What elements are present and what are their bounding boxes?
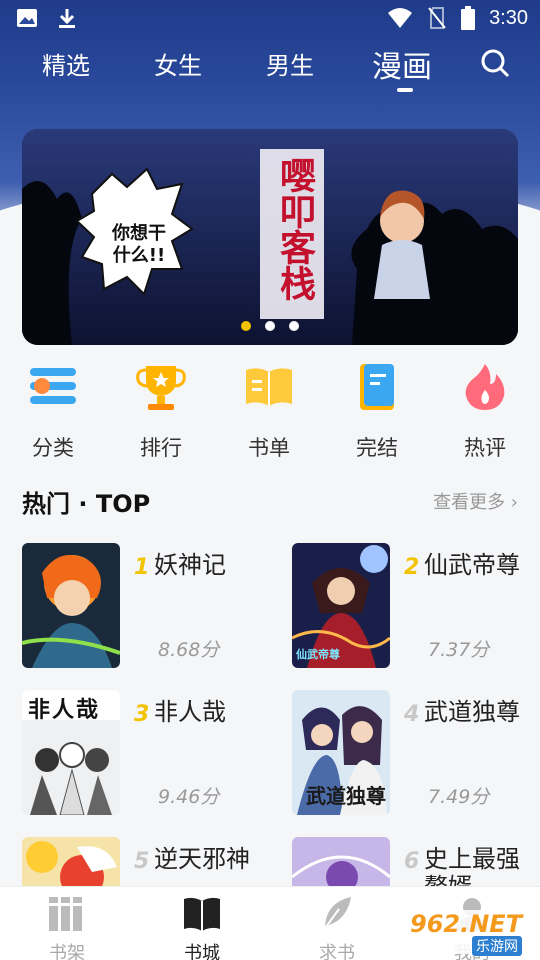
category-label: 排行 [140, 436, 182, 460]
bookshelf-icon [49, 897, 82, 931]
download-icon [59, 9, 75, 28]
tab-male[interactable]: 男生 [266, 46, 314, 81]
book-item[interactable]: 仙武帝尊 2 仙武帝尊 7.37分 [292, 543, 532, 673]
tab-female[interactable]: 女生 [154, 46, 202, 81]
book-title: 武道独尊 [424, 698, 520, 726]
category-label: 书单 [248, 436, 290, 460]
book-rank: 2 [404, 555, 420, 580]
banner-speech-text: 你想干 什么!! [112, 223, 166, 266]
nav-bookstore[interactable]: 书城 [157, 895, 247, 960]
nav-label: 书架 [49, 943, 85, 960]
book-title: 仙武帝尊 [424, 551, 520, 579]
carousel-dot[interactable] [241, 321, 251, 331]
carousel-dot[interactable] [289, 321, 299, 331]
category-label: 分类 [32, 436, 74, 460]
tab-active-indicator [397, 88, 413, 92]
status-time: 3:30 [489, 6, 528, 29]
nav-request-book[interactable]: 求书 [292, 895, 382, 960]
battery-icon [461, 6, 476, 30]
cover-title-text: 非人哉 [28, 698, 101, 723]
nav-bookshelf[interactable]: 书架 [22, 895, 112, 960]
view-more-link[interactable]: 查看更多 › [433, 488, 518, 514]
book-score: 7.49分 [428, 786, 490, 808]
category-row: 分类 排行 书单 完结 热评 [0, 360, 540, 460]
image-icon [17, 9, 37, 27]
wifi-icon [388, 8, 413, 28]
cover-title-text: 仙武帝尊 [296, 648, 340, 661]
top-tabs: 精选 女生 男生 漫画 [0, 40, 540, 96]
category-completed[interactable]: 完结 [332, 360, 422, 462]
classify-icon [30, 368, 76, 404]
watermark-logo: 962.NET 乐游网 [398, 906, 538, 958]
nav-label: 求书 [319, 943, 355, 960]
book-item[interactable]: 武道独尊 4 武道独尊 7.49分 [292, 690, 532, 820]
book-score: 7.37分 [428, 639, 490, 661]
book-rank: 6 [404, 849, 420, 874]
book-item[interactable]: 非人哉 3 非人哉 9.46分 [22, 690, 262, 820]
watermark-subtext: 乐游网 [472, 936, 522, 956]
book-cover: 仙武帝尊 [292, 543, 390, 668]
category-ranking[interactable]: 排行 [116, 360, 206, 462]
book-rank: 4 [404, 702, 420, 727]
book-cover: 非人哉 [22, 690, 120, 815]
nav-label: 书城 [184, 943, 220, 960]
book-title: 非人哉 [154, 698, 226, 726]
tab-featured[interactable]: 精选 [42, 46, 90, 81]
carousel-dots [22, 321, 518, 331]
book-title: 逆天邪神 [154, 845, 250, 873]
flame-icon [465, 364, 505, 410]
category-label: 热评 [464, 436, 506, 460]
category-hot-reviews[interactable]: 热评 [440, 360, 530, 462]
book-title: 妖神记 [154, 551, 226, 579]
book-rank: 3 [134, 702, 150, 727]
watermark-text: 962.NET [410, 910, 523, 938]
category-booklist[interactable]: 书单 [224, 360, 314, 462]
category-classify[interactable]: 分类 [8, 360, 98, 462]
open-book-icon [246, 368, 292, 406]
book-icon [360, 364, 394, 410]
book-rank: 5 [134, 849, 150, 874]
open-book-icon [184, 897, 220, 931]
section-title: 热门 · TOP [22, 490, 151, 518]
cover-title-text: 武道独尊 [306, 784, 386, 808]
tab-comics[interactable]: 漫画 [372, 42, 432, 86]
banner-carousel[interactable]: 你想干 什么!! 嘤叩客栈 [22, 129, 518, 345]
book-cover: 武道独尊 [292, 690, 390, 815]
category-label: 完结 [356, 436, 398, 460]
book-rank: 1 [134, 555, 150, 580]
book-score: 9.46分 [158, 786, 220, 808]
book-score: 8.68分 [158, 639, 220, 661]
book-item[interactable]: 1 妖神记 8.68分 [22, 543, 262, 673]
status-bar: 3:30 [0, 0, 540, 36]
banner-title-text: 嘤叩客栈 [274, 157, 315, 301]
book-cover [22, 543, 120, 668]
feather-icon [322, 897, 351, 932]
carousel-dot[interactable] [265, 321, 275, 331]
cover-image [22, 543, 120, 668]
search-button[interactable] [480, 48, 510, 78]
trophy-icon [136, 366, 186, 410]
search-icon [481, 49, 510, 78]
no-sim-icon [428, 7, 446, 29]
